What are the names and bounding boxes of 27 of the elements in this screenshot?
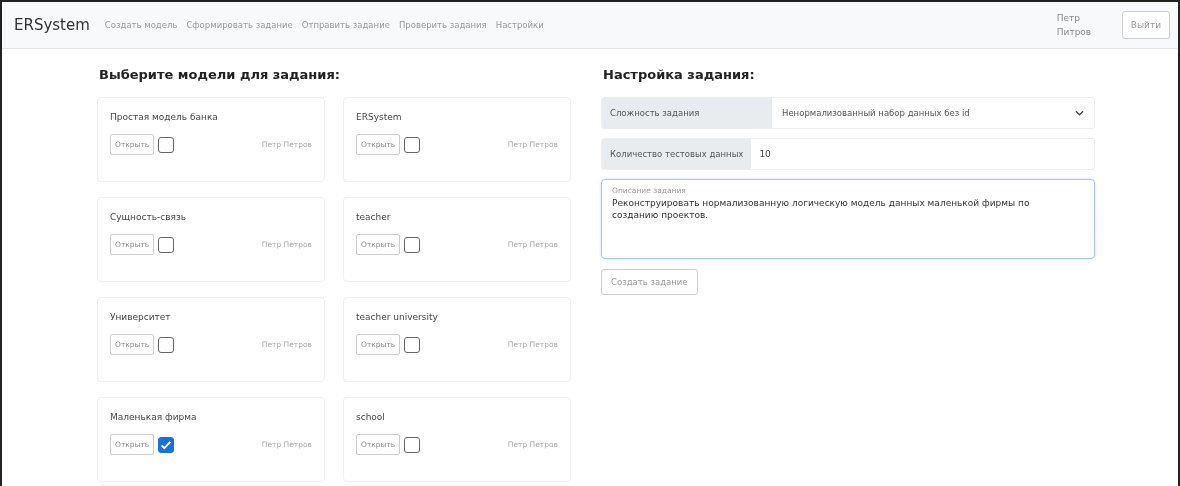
- checkbox[interactable]: [158, 336, 175, 353]
- nav-link[interactable]: Проверить задания: [398, 20, 487, 30]
- nav-link[interactable]: Отправить задание: [301, 20, 390, 30]
- model-name: teacher university: [356, 312, 439, 322]
- checkbox[interactable]: [404, 336, 421, 353]
- checkbox[interactable]: [404, 236, 421, 253]
- checkbox[interactable]: [158, 236, 175, 253]
- nav-link[interactable]: Настройки: [495, 20, 544, 30]
- create-button[interactable]: Создать задание: [601, 269, 698, 295]
- model-name: school: [356, 412, 386, 422]
- nav-link[interactable]: Создать модель: [104, 20, 178, 30]
- logout-button[interactable]: Выйти: [1121, 11, 1170, 39]
- section-title: Выберите модели для задания:: [99, 67, 341, 82]
- model-name: Университет: [110, 312, 172, 322]
- checkbox[interactable]: [404, 136, 421, 153]
- checkbox[interactable]: [404, 436, 421, 453]
- checkbox[interactable]: [158, 136, 175, 153]
- brand-link[interactable]: ERSystem: [14, 16, 90, 34]
- model-name: Простая модель банка: [110, 112, 219, 122]
- model-name: ERSystem: [356, 112, 403, 122]
- section-title: Настройка задания:: [603, 67, 756, 82]
- model-name: teacher: [356, 212, 392, 222]
- checkbox[interactable]: [158, 436, 175, 453]
- model-name: Маленькая фирма: [110, 412, 198, 422]
- user-name: Петр Питров: [1056, 11, 1093, 39]
- nav-link[interactable]: Сформировать задание: [186, 20, 293, 30]
- model-name: Сущность-связь: [110, 212, 187, 222]
